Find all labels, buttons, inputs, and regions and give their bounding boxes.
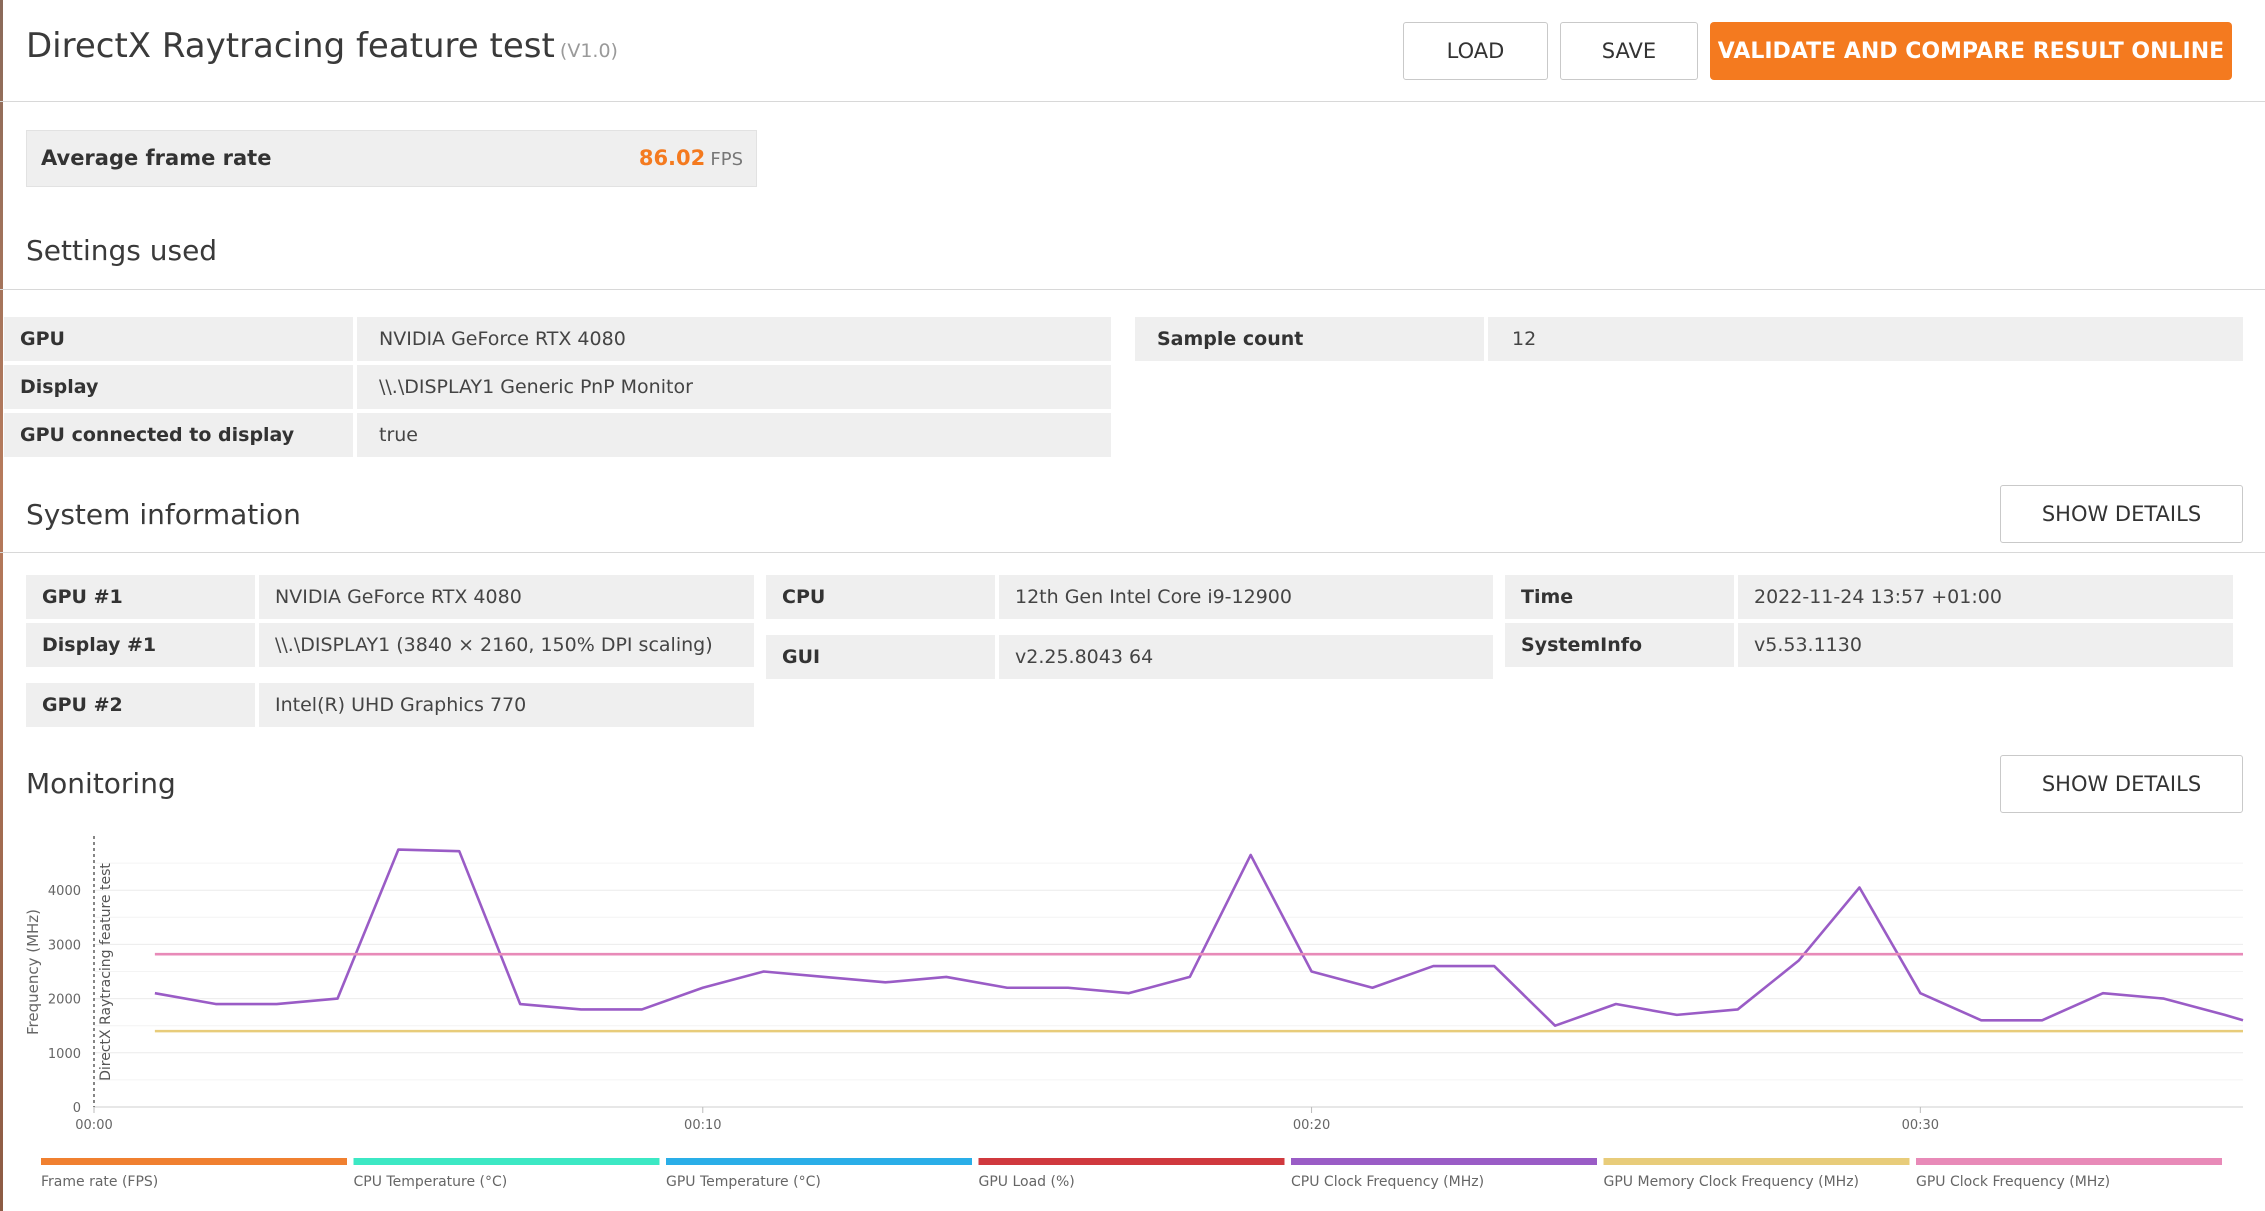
legend-swatch	[978, 1158, 1285, 1165]
system-gpu1-value: NVIDIA GeForce RTX 4080	[259, 575, 754, 619]
average-frame-rate-value: 86.02 FPS	[639, 146, 743, 170]
legend-swatch	[1291, 1158, 1597, 1165]
legend-label: GPU Clock Frequency (MHz)	[1916, 1174, 2110, 1190]
settings-display-label: Display	[4, 365, 353, 409]
legend-label: GPU Memory Clock Frequency (MHz)	[1604, 1174, 1860, 1190]
system-systeminfo-value: v5.53.1130	[1738, 623, 2233, 667]
system-gpu1-label: GPU #1	[26, 575, 255, 619]
system-information-heading: System information	[26, 498, 301, 531]
page-title: DirectX Raytracing feature test (V1.0)	[26, 26, 926, 66]
legend-label: CPU Temperature (°C)	[354, 1174, 508, 1190]
header-divider	[0, 101, 2265, 102]
settings-divider	[0, 289, 2265, 290]
x-tick-label: 00:10	[684, 1118, 721, 1133]
system-time-label: Time	[1505, 575, 1734, 619]
legend-swatch	[666, 1158, 972, 1165]
legend-label: GPU Temperature (°C)	[666, 1174, 821, 1190]
system-divider	[0, 552, 2265, 553]
series-line	[154, 848, 2244, 1027]
system-cpu-value: 12th Gen Intel Core i9-12900	[999, 575, 1493, 619]
x-tick-label: 00:20	[1293, 1118, 1330, 1133]
settings-gpu-connected-value: true	[357, 413, 1111, 457]
x-axis-ticks: 00:00 00:10 00:20 00:30	[75, 1107, 1939, 1133]
system-gui-value: v2.25.8043 64	[999, 635, 1493, 679]
y-axis-ticks: 0 1000 2000 3000 4000	[48, 884, 81, 1116]
y-tick-label: 4000	[48, 884, 81, 899]
y-tick-label: 0	[73, 1101, 81, 1116]
legend-label: GPU Load (%)	[979, 1174, 1075, 1190]
system-show-details-button[interactable]: SHOW DETAILS	[2000, 485, 2243, 543]
test-marker-label: DirectX Raytracing feature test	[98, 863, 114, 1081]
y-tick-label: 3000	[48, 938, 81, 953]
load-button[interactable]: LOAD	[1403, 22, 1548, 80]
system-display1-label: Display #1	[26, 623, 255, 667]
system-cpu-label: CPU	[766, 575, 995, 619]
monitoring-show-details-button[interactable]: SHOW DETAILS	[2000, 755, 2243, 813]
settings-sample-count-value: 12	[1488, 317, 2243, 361]
settings-display-value: \\.\DISPLAY1 Generic PnP Monitor	[357, 365, 1111, 409]
average-frame-rate-label: Average frame rate	[41, 146, 272, 170]
series-lines	[154, 848, 2244, 1033]
legend-label: Frame rate (FPS)	[41, 1174, 158, 1190]
y-tick-label: 2000	[48, 993, 81, 1008]
x-tick-label: 00:30	[1902, 1118, 1939, 1133]
system-systeminfo-label: SystemInfo	[1505, 623, 1734, 667]
monitoring-chart: 0 1000 2000 3000 4000 00:00 00:10 00:20 00:30 D…	[24, 836, 2244, 1190]
save-button[interactable]: SAVE	[1560, 22, 1698, 80]
legend-label: CPU Clock Frequency (MHz)	[1291, 1174, 1484, 1190]
settings-gpu-value: NVIDIA GeForce RTX 4080	[357, 317, 1111, 361]
chart-grid	[94, 862, 2243, 1108]
legend-swatch	[353, 1158, 660, 1165]
settings-heading: Settings used	[26, 234, 218, 267]
legend-swatch	[1603, 1158, 1910, 1165]
system-time-value: 2022-11-24 13:57 +01:00	[1738, 575, 2233, 619]
y-axis-label: Frequency (MHz)	[24, 909, 42, 1035]
validate-compare-button[interactable]: VALIDATE AND COMPARE RESULT ONLINE	[1710, 22, 2232, 80]
settings-sample-count-label: Sample count	[1135, 317, 1484, 361]
x-tick-label: 00:00	[75, 1118, 112, 1133]
chart-legend: Frame rate (FPS) CPU Temperature (°C) GPU …	[41, 1158, 2222, 1190]
legend-swatch	[1916, 1158, 2222, 1165]
monitoring-heading: Monitoring	[26, 767, 176, 800]
fps-number: 86.02	[638, 146, 706, 170]
settings-gpu-connected-label: GPU connected to display	[4, 413, 353, 457]
test-version: (V1.0)	[559, 40, 618, 62]
system-gui-label: GUI	[766, 635, 995, 679]
legend-swatch	[41, 1158, 347, 1165]
y-tick-label: 1000	[48, 1047, 81, 1062]
system-gpu2-value: Intel(R) UHD Graphics 770	[259, 683, 754, 727]
settings-gpu-label: GPU	[4, 317, 353, 361]
system-display1-value: \\.\DISPLAY1 (3840 × 2160, 150% DPI scal…	[259, 623, 754, 667]
test-title: DirectX Raytracing feature test	[26, 26, 555, 66]
system-gpu2-label: GPU #2	[26, 683, 255, 727]
average-frame-rate-card: Average frame rate 86.02 FPS	[26, 130, 757, 187]
fps-unit: FPS	[710, 149, 743, 170]
